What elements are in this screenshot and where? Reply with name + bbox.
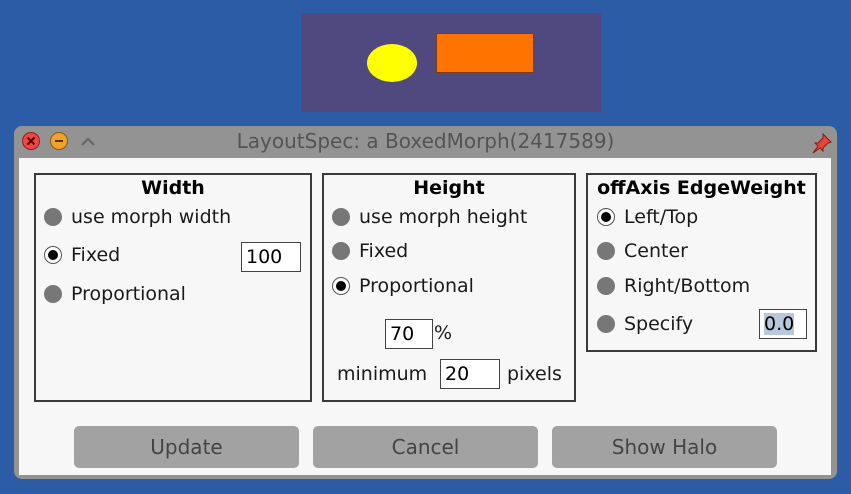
radio-button[interactable] <box>332 208 350 226</box>
width-panel: Width use morph width Fixed Proportional… <box>34 173 312 402</box>
chevron-up-icon <box>81 137 95 146</box>
pin-button[interactable] <box>809 132 833 154</box>
radio-button[interactable] <box>44 246 62 264</box>
edge-weight-panel-title: offAxis EdgeWeight <box>597 177 806 199</box>
minimize-button[interactable] <box>50 132 68 150</box>
update-button[interactable]: Update <box>74 426 299 468</box>
selected-text: 0.0 <box>764 313 795 335</box>
option-label: Center <box>624 240 688 262</box>
height-panel-title: Height <box>413 177 485 199</box>
minimum-label: minimum <box>337 363 428 385</box>
option-label: Right/Bottom <box>624 275 751 297</box>
edge-weight-panel: offAxis EdgeWeight Left/Top Center Right… <box>586 173 817 352</box>
radio-button[interactable] <box>597 208 615 226</box>
percent-label: % <box>434 322 453 344</box>
option-label: Fixed <box>359 240 409 262</box>
collapse-button[interactable] <box>78 132 98 152</box>
option-label: Proportional <box>71 283 186 305</box>
edge-specify-value-field[interactable]: 0.0 <box>759 309 807 339</box>
radio-button[interactable] <box>44 285 62 303</box>
layout-spec-window: LayoutSpec: a BoxedMorph(2417589) Width <box>14 126 837 479</box>
pin-icon <box>812 132 832 154</box>
radio-button[interactable] <box>597 242 615 260</box>
boxed-morph-preview[interactable] <box>301 13 601 112</box>
window-content: Width use morph width Fixed Proportional… <box>19 158 831 475</box>
cancel-button[interactable]: Cancel <box>313 426 538 468</box>
minimize-icon <box>55 140 63 142</box>
yellow-ellipse-morph[interactable] <box>367 44 417 82</box>
close-icon <box>26 136 36 146</box>
radio-button[interactable] <box>332 277 350 295</box>
width-fixed-value-field[interactable]: 100 <box>241 242 301 272</box>
window-title: LayoutSpec: a BoxedMorph(2417589) <box>236 129 615 153</box>
radio-button[interactable] <box>597 315 615 333</box>
radio-button[interactable] <box>332 242 350 260</box>
option-label: Proportional <box>359 275 474 297</box>
show-halo-button[interactable]: Show Halo <box>552 426 777 468</box>
option-label: Fixed <box>71 244 121 266</box>
option-label: Specify <box>624 313 694 335</box>
height-panel: Height use morph height Fixed Proportion… <box>322 173 576 402</box>
close-button[interactable] <box>22 132 40 150</box>
title-bar[interactable]: LayoutSpec: a BoxedMorph(2417589) <box>14 126 837 158</box>
pixels-label: pixels <box>507 363 562 385</box>
option-label: Left/Top <box>624 206 699 228</box>
radio-button[interactable] <box>597 277 615 295</box>
option-label: use morph height <box>359 206 528 228</box>
width-panel-title: Width <box>141 177 205 199</box>
orange-rectangle-morph[interactable] <box>436 33 534 73</box>
height-proportional-value-field[interactable]: 70 <box>385 319 433 349</box>
radio-button[interactable] <box>44 208 62 226</box>
height-minimum-field[interactable]: 20 <box>440 359 500 389</box>
option-label: use morph width <box>71 206 232 228</box>
